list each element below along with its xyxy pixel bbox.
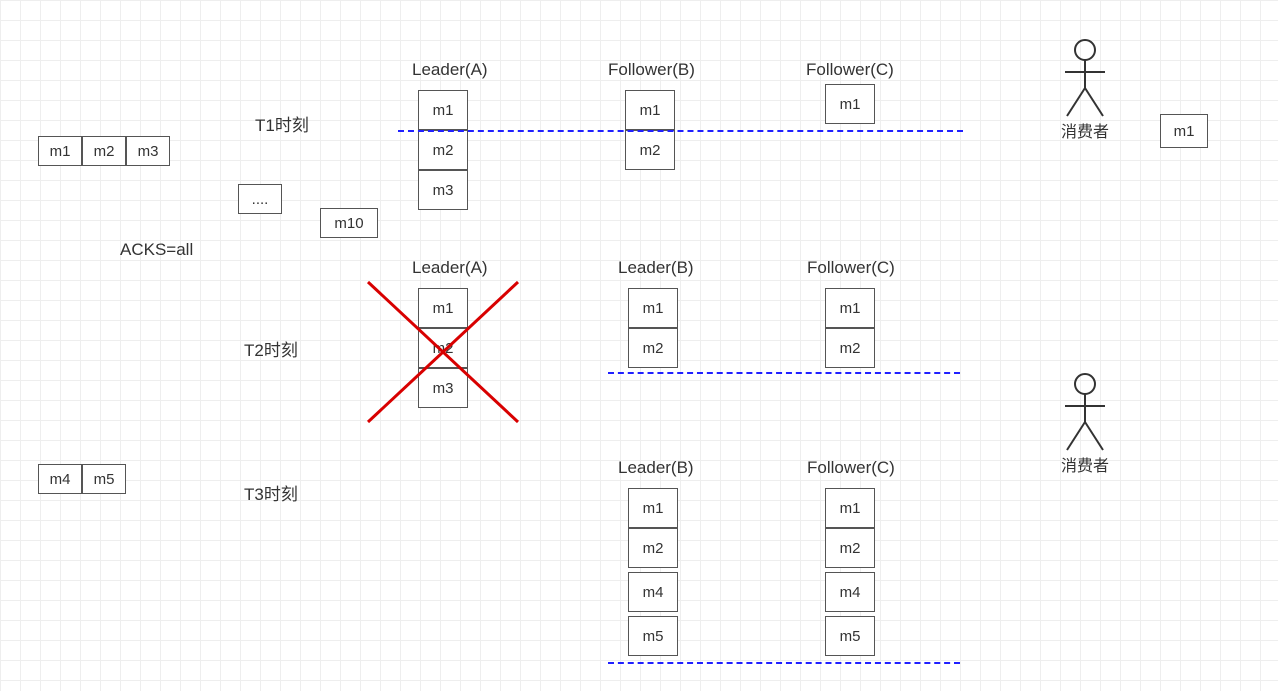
t1-leader-a-cell: m2	[418, 130, 468, 170]
t1-leader-a-cell: m3	[418, 170, 468, 210]
t1-leader-a-cell: m1	[418, 90, 468, 130]
t3-label: T3时刻	[244, 480, 298, 505]
cross-out-icon	[358, 272, 528, 432]
person-icon	[1055, 38, 1115, 118]
consumer-label: 消费者	[1045, 452, 1125, 476]
acks-label: ACKS=all	[120, 240, 193, 260]
t3-leader-b-cell: m5	[628, 616, 678, 656]
t2-follower-c-cell: m2	[825, 328, 875, 368]
t2-label: T2时刻	[244, 336, 298, 361]
t3-leader-b-cell: m1	[628, 488, 678, 528]
t1-follower-c-cell: m1	[825, 84, 875, 124]
t2-follower-c-title: Follower(C)	[807, 258, 895, 278]
t3-leader-b-title: Leader(B)	[618, 458, 694, 478]
producer-cell: m3	[126, 136, 170, 166]
t3-leader-b-cell: m2	[628, 528, 678, 568]
producer-cell: m4	[38, 464, 82, 494]
person-icon	[1055, 372, 1115, 452]
t1-label: T1时刻	[255, 111, 309, 136]
consumer-recv-cell: m1	[1160, 114, 1208, 148]
t1-follower-c-title: Follower(C)	[806, 60, 894, 80]
t3-follower-c-cell: m5	[825, 616, 875, 656]
t1-follower-b-cell: m2	[625, 130, 675, 170]
t1-watermark-line	[398, 130, 963, 132]
t3-follower-c-cell: m4	[825, 572, 875, 612]
t1-follower-b-cell: m1	[625, 90, 675, 130]
buffer-dots: ....	[238, 184, 282, 214]
t3-follower-c-cell: m1	[825, 488, 875, 528]
consumer-label: 消费者	[1045, 118, 1125, 142]
t3-leader-b-cell: m4	[628, 572, 678, 612]
t1-follower-b-title: Follower(B)	[608, 60, 695, 80]
t3-watermark-line	[608, 662, 960, 664]
producer-cell: m1	[38, 136, 82, 166]
t2-leader-b-cell: m2	[628, 328, 678, 368]
t1-leader-a-title: Leader(A)	[412, 60, 488, 80]
buffer-m10: m10	[320, 208, 378, 238]
producer-cell: m5	[82, 464, 126, 494]
t3-follower-c-title: Follower(C)	[807, 458, 895, 478]
t2-leader-b-title: Leader(B)	[618, 258, 694, 278]
consumer-figure: 消费者	[1045, 372, 1125, 476]
t2-watermark-line	[608, 372, 960, 374]
t3-follower-c-cell: m2	[825, 528, 875, 568]
t2-follower-c-cell: m1	[825, 288, 875, 328]
consumer-figure: 消费者	[1045, 38, 1125, 142]
t2-leader-b-cell: m1	[628, 288, 678, 328]
producer-cell: m2	[82, 136, 126, 166]
